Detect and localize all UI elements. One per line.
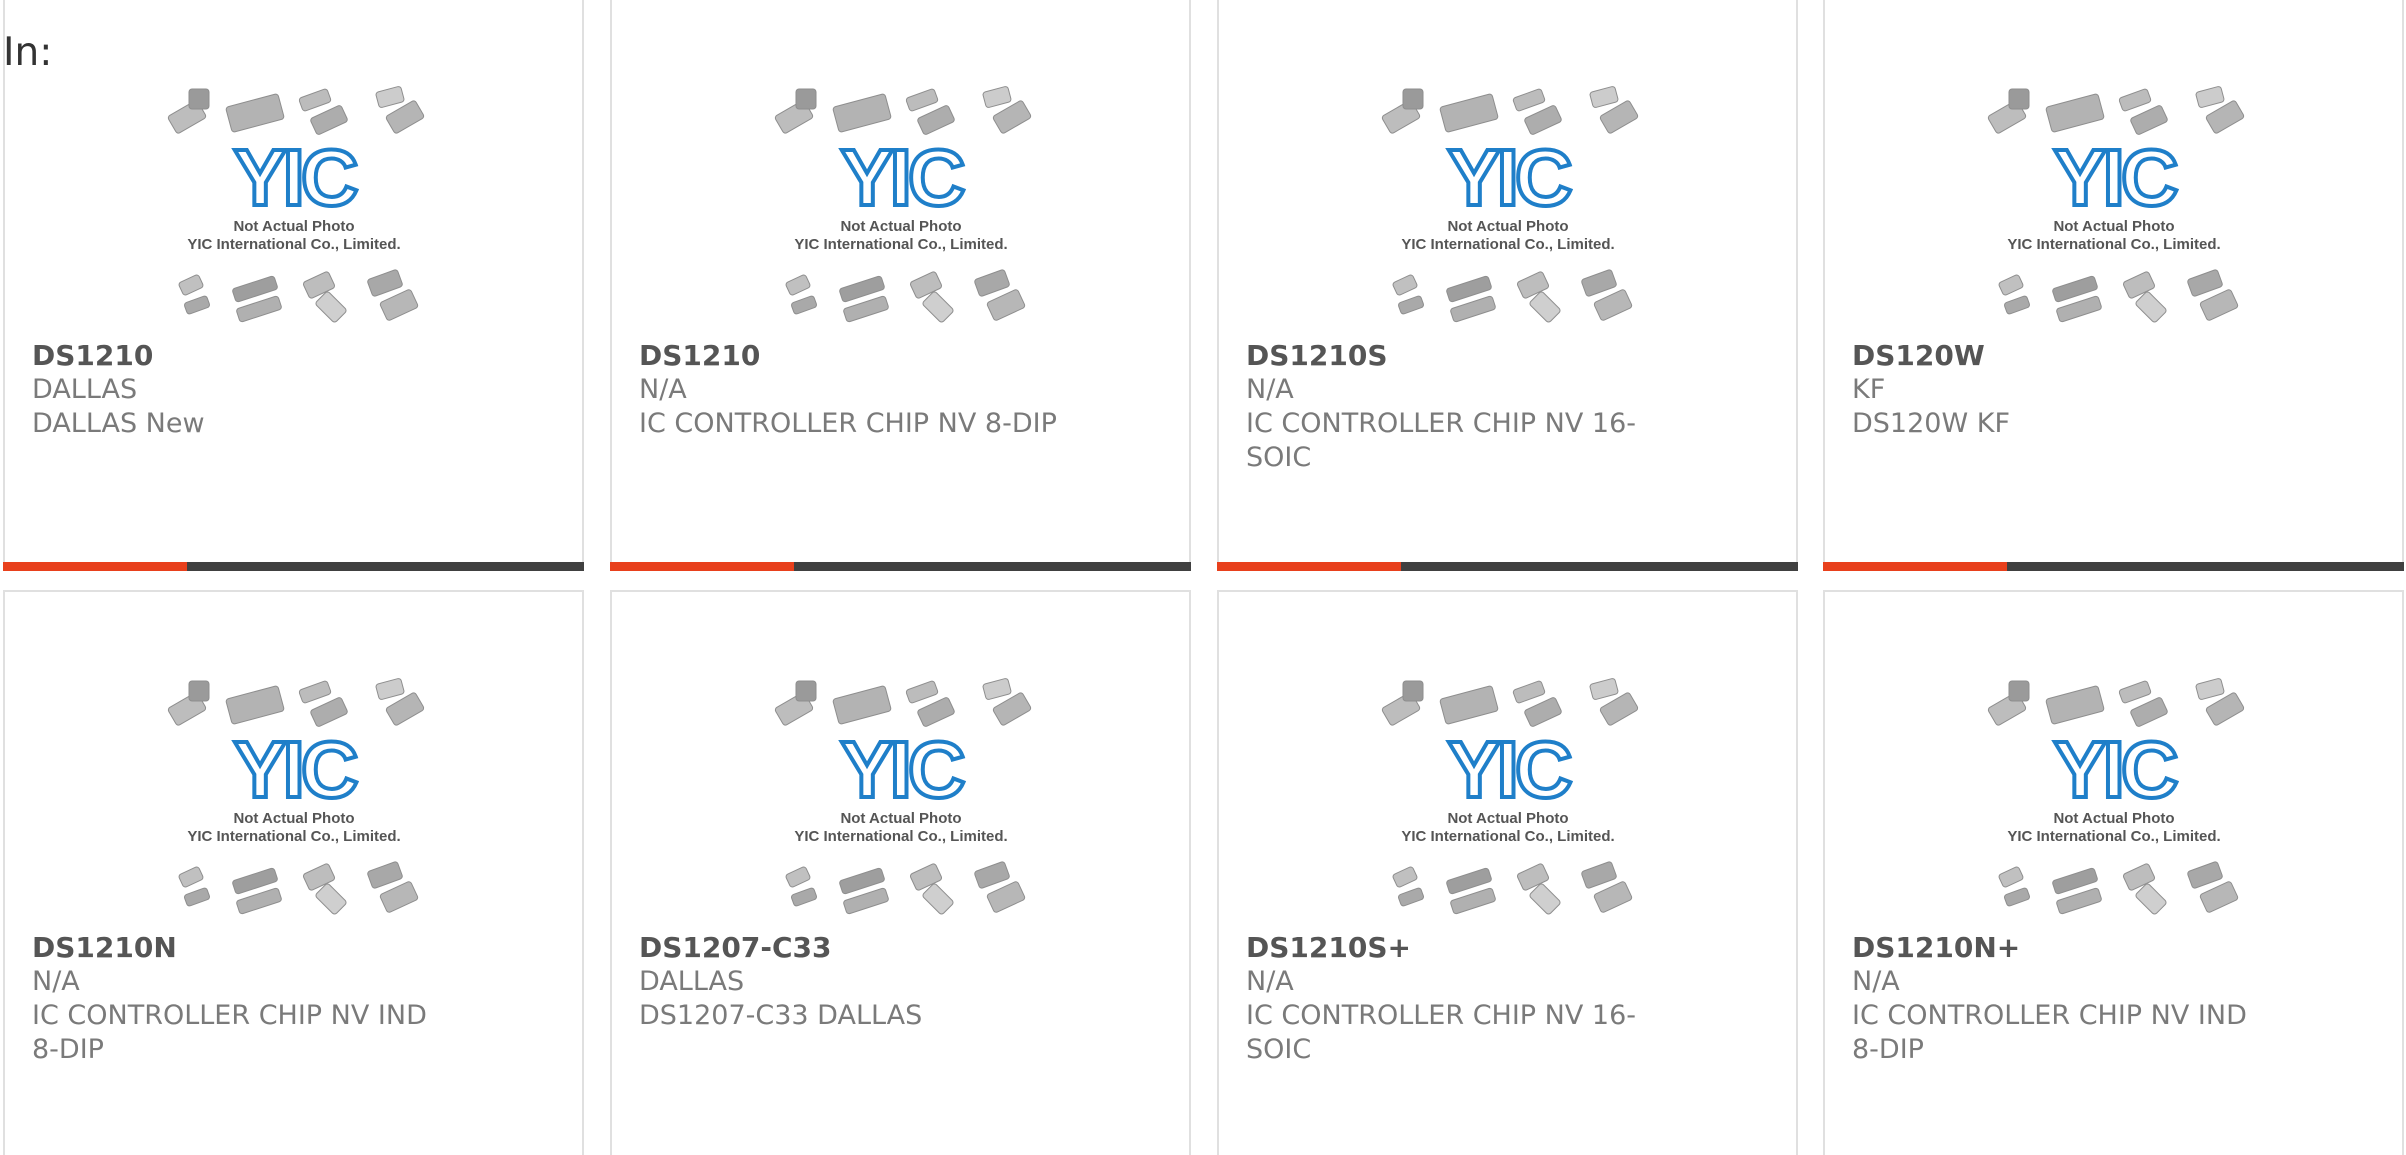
product-description: IC CONTROLLER CHIP NV 16-SOIC [1246,408,1637,473]
yic-logo-icon: YIC [840,725,964,814]
product-thumbnail: YIC Not Actual Photo YIC International Co.… [612,677,1189,917]
product-part-number[interactable]: DS1210 [639,339,1069,373]
chip-cluster-top [1381,86,1638,135]
placeholder-caption-line2: YIC International Co., Limited. [187,828,400,845]
placeholder-caption-line2: YIC International Co., Limited. [794,828,1007,845]
placeholder-caption-line2: YIC International Co., Limited. [1401,236,1614,253]
product-manufacturer: N/A [1852,966,1900,997]
product-description: IC CONTROLLER CHIP NV 16-SOIC [1246,1000,1637,1065]
product-card[interactable]: YIC Not Actual Photo YIC International Co.… [1823,590,2404,1155]
card-accent-bar [610,562,794,571]
product-description: DS1207-C33 DALLAS [639,1000,923,1031]
chip-cluster-bottom [178,269,418,323]
yic-logo-icon: YIC [233,133,357,222]
card-footer-bar [610,562,1191,571]
card-footer-bar [1217,562,1798,571]
not-actual-photo-image: YICNot Actual PhotoYIC International Co.… [774,678,1031,915]
card-footer-bar [1823,562,2404,571]
placeholder-caption-line2: YIC International Co., Limited. [794,236,1007,253]
placeholder-caption-line1: Not Actual Photo [2053,810,2174,827]
placeholder-caption-line1: Not Actual Photo [233,810,354,827]
placeholder-caption-line1: Not Actual Photo [840,810,961,827]
product-thumbnail: YIC Not Actual Photo YIC International Co.… [612,85,1189,325]
not-actual-photo-image: YICNot Actual PhotoYIC International Co.… [167,678,424,915]
yic-logo-icon: YIC [840,133,964,222]
product-description: IC CONTROLLER CHIP NV 8-DIP [639,408,1057,439]
product-card[interactable]: YIC Not Actual Photo YIC International Co.… [3,590,584,1155]
product-thumbnail: YIC Not Actual Photo YIC International Co.… [1219,85,1796,325]
product-card[interactable]: YIC Not Actual Photo YIC International Co.… [1823,0,2404,571]
product-thumbnail: YIC Not Actual Photo YIC International Co.… [1219,677,1796,917]
product-part-number[interactable]: DS1210S+ [1246,931,1676,965]
product-card[interactable]: YIC Not Actual Photo YIC International Co.… [3,0,584,571]
product-part-number[interactable]: DS1210N+ [1852,931,2282,965]
placeholder-caption-line1: Not Actual Photo [233,218,354,235]
product-part-number[interactable]: DS1210N [32,931,462,965]
not-actual-photo-image: YICNot Actual PhotoYIC International Co.… [1987,678,2244,915]
card-footer-bar [3,562,584,571]
product-part-number[interactable]: DS1207-C33 [639,931,1069,965]
chip-cluster-top [1987,86,2244,135]
yic-logo-icon: YIC [2053,133,2177,222]
product-manufacturer: DALLAS [639,966,745,997]
chip-cluster-bottom [1998,269,2238,323]
not-actual-photo-image: YICNot Actual PhotoYIC International Co.… [1381,678,1638,915]
chip-cluster-top [1987,678,2244,727]
placeholder-caption-line1: Not Actual Photo [2053,218,2174,235]
placeholder-caption-line2: YIC International Co., Limited. [1401,828,1614,845]
product-manufacturer: N/A [32,966,80,997]
card-accent-bar [3,562,187,571]
product-card[interactable]: YIC Not Actual Photo YIC International Co.… [610,0,1191,571]
product-manufacturer: N/A [1246,374,1294,405]
product-manufacturer: DALLAS [32,374,138,405]
product-thumbnail: YIC Not Actual Photo YIC International Co.… [5,677,582,917]
not-actual-photo-image: YICNot Actual PhotoYIC International Co.… [1381,86,1638,323]
chip-cluster-top [167,678,424,727]
chip-cluster-bottom [785,861,1025,915]
chip-cluster-bottom [785,269,1025,323]
chip-cluster-bottom [1392,269,1632,323]
card-accent-bar [1823,562,2007,571]
chip-cluster-bottom [1998,861,2238,915]
card-accent-bar [1217,562,1401,571]
chip-cluster-top [1381,678,1638,727]
product-card[interactable]: YIC Not Actual Photo YIC International Co.… [610,590,1191,1155]
product-grid-page: In: YIC Not Actual Photo YIC International… [0,0,2406,1155]
product-thumbnail: YIC Not Actual Photo YIC International Co.… [1825,677,2402,917]
yic-logo-icon: YIC [1447,725,1571,814]
product-manufacturer: N/A [639,374,687,405]
chip-cluster-bottom [1392,861,1632,915]
not-actual-photo-image: YICNot Actual PhotoYIC International Co.… [1987,86,2244,323]
chip-cluster-top [774,678,1031,727]
product-description: IC CONTROLLER CHIP NV IND 8-DIP [32,1000,427,1065]
not-actual-photo-image: YICNot Actual PhotoYIC International Co.… [167,86,424,323]
product-description: IC CONTROLLER CHIP NV IND 8-DIP [1852,1000,2247,1065]
placeholder-caption-line2: YIC International Co., Limited. [2007,236,2220,253]
product-thumbnail: YIC Not Actual Photo YIC International Co.… [5,85,582,325]
yic-logo-icon: YIC [233,725,357,814]
product-part-number[interactable]: DS1210S [1246,339,1676,373]
product-manufacturer: KF [1852,374,1886,405]
placeholder-caption-line1: Not Actual Photo [1447,218,1568,235]
chip-cluster-top [167,86,424,135]
placeholder-caption-line1: Not Actual Photo [1447,810,1568,827]
filter-label: In: [3,30,53,75]
not-actual-photo-image: YICNot Actual PhotoYIC International Co.… [774,86,1031,323]
yic-logo-icon: YIC [2053,725,2177,814]
placeholder-caption-line2: YIC International Co., Limited. [2007,828,2220,845]
product-description: DALLAS New [32,408,205,439]
product-part-number[interactable]: DS120W [1852,339,2282,373]
product-card[interactable]: YIC Not Actual Photo YIC International Co.… [1217,590,1798,1155]
placeholder-caption-line1: Not Actual Photo [840,218,961,235]
product-thumbnail: YIC Not Actual Photo YIC International Co.… [1825,85,2402,325]
product-manufacturer: N/A [1246,966,1294,997]
yic-logo-icon: YIC [1447,133,1571,222]
product-description: DS120W KF [1852,408,2010,439]
product-card[interactable]: YIC Not Actual Photo YIC International Co.… [1217,0,1798,571]
product-part-number[interactable]: DS1210 [32,339,462,373]
placeholder-caption-line2: YIC International Co., Limited. [187,236,400,253]
chip-cluster-bottom [178,861,418,915]
chip-cluster-top [774,86,1031,135]
